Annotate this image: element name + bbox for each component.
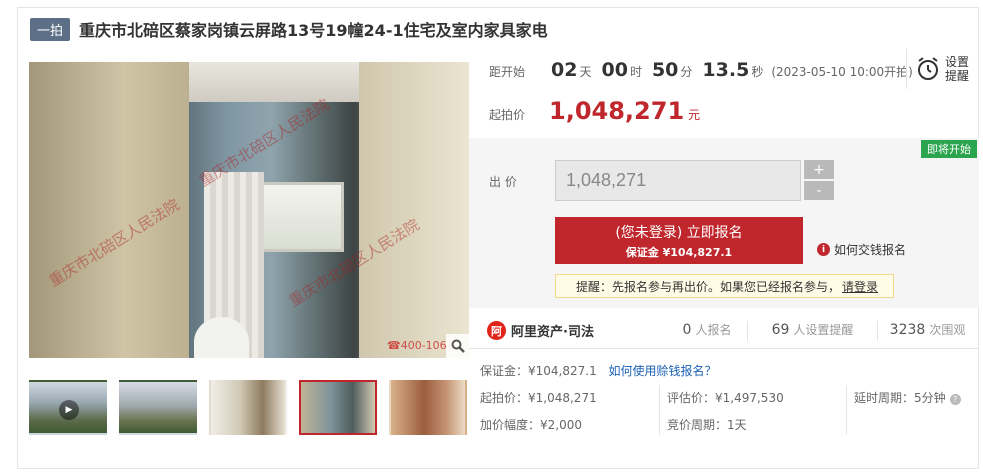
ali-logo-icon: 阿 bbox=[487, 321, 506, 340]
start-price-unit: 元 bbox=[688, 108, 701, 122]
signup-count: 0 人报名 bbox=[667, 321, 747, 341]
stage-badge: 一拍 bbox=[30, 17, 71, 41]
howto-label: 如何交钱报名 bbox=[834, 243, 907, 257]
brand-name: 阿里资产·司法 bbox=[511, 325, 594, 340]
start-time-note: (2023-05-10 10:00开拍) bbox=[771, 65, 913, 79]
minutes-unit: 分 bbox=[680, 65, 693, 79]
divider bbox=[659, 385, 660, 435]
login-link[interactable]: 请登录 bbox=[842, 278, 878, 295]
countdown-hours: 00 bbox=[601, 59, 628, 81]
increase-bid-button[interactable]: + bbox=[804, 160, 834, 179]
thumbnail[interactable] bbox=[389, 380, 467, 435]
start-price-value: 1,048,271 bbox=[549, 97, 685, 125]
howto-link[interactable]: i 如何交钱报名 bbox=[817, 241, 906, 258]
reminder-line1: 设置 bbox=[945, 55, 970, 69]
thumbnail[interactable] bbox=[209, 380, 287, 435]
detail-bid-period: 竞价周期：1天 bbox=[667, 418, 747, 432]
view-count: 3238 次围观 bbox=[877, 320, 977, 341]
deposit-text: 保证金：¥104,827.1 bbox=[480, 364, 597, 378]
court-watermark: 重庆市北碚区人民法院 bbox=[195, 95, 333, 191]
help-icon[interactable]: ? bbox=[949, 394, 961, 405]
deposit-help-link[interactable]: 如何使用赊钱报名？ bbox=[609, 364, 717, 378]
info-icon: i bbox=[817, 243, 830, 256]
thumbnail[interactable] bbox=[119, 380, 197, 435]
photo-window bbox=[254, 182, 344, 252]
magnifier-icon bbox=[451, 339, 465, 353]
detail-increment: 加价幅度：¥2,000 bbox=[480, 418, 582, 432]
start-price-label: 起拍价 bbox=[489, 108, 526, 122]
reminder-count-value: 69 bbox=[771, 321, 790, 338]
tip-text: 提醒：先报名参与再出价。如果您已经报名参与， bbox=[576, 279, 841, 294]
signup-count-unit: 人报名 bbox=[695, 322, 732, 337]
title-row: 一拍 重庆市北碚区蔡家岗镇云屏路13号19幢24-1住宅及室内家具家电 bbox=[30, 17, 548, 41]
detail-start-price: 起拍价：¥1,048,271 bbox=[480, 391, 597, 405]
login-tip: 提醒：先报名参与再出价。如果您已经报名参与， 请登录 bbox=[555, 274, 894, 298]
countdown-minutes: 50 bbox=[651, 59, 679, 81]
signup-count-value: 0 bbox=[682, 321, 692, 338]
detail-delay: 延时周期：5分钟? bbox=[854, 389, 961, 406]
signup-label: (您未登录) 立即报名 bbox=[615, 224, 743, 241]
reminder-count: 69 人设置提醒 bbox=[747, 320, 877, 341]
brand: 阿 阿里资产·司法 bbox=[487, 321, 667, 340]
hours-unit: 时 bbox=[629, 65, 642, 79]
thumbnail-video[interactable]: ▶ bbox=[29, 380, 107, 435]
page-title: 重庆市北碚区蔡家岗镇云屏路13号19幢24-1住宅及室内家具家电 bbox=[79, 21, 548, 40]
info-panel: 距开始 02 天 00 时 50 分 13.5 秒 (2023-05-10 10… bbox=[469, 49, 979, 129]
countdown-days: 02 bbox=[551, 59, 578, 81]
signup-deposit: 保证金 ¥104,827.1 bbox=[625, 245, 733, 259]
bid-label: 出 价 bbox=[489, 175, 517, 189]
view-count-unit: 次围观 bbox=[929, 322, 966, 337]
thumbnail-strip: ▶ bbox=[29, 380, 467, 435]
alarm-clock-icon bbox=[918, 57, 938, 80]
reminder-count-unit: 人设置提醒 bbox=[793, 322, 854, 337]
countdown: 距开始 02 天 00 时 50 分 13.5 秒 (2023-05-10 10… bbox=[489, 59, 913, 81]
days-unit: 天 bbox=[579, 65, 592, 79]
start-price-row: 起拍价 1,048,271 元 bbox=[489, 97, 700, 125]
photo-glass-door bbox=[359, 62, 469, 358]
reminder-line2: 提醒 bbox=[945, 69, 970, 83]
bid-box: 即将开始 出 价 1,048,271 + - (您未登录) 立即报名 保证金 ¥… bbox=[469, 138, 979, 308]
deposit-row: 保证金：¥104,827.1 如何使用赊钱报名？ bbox=[480, 362, 717, 379]
phone-watermark: ☎400-106- bbox=[387, 339, 451, 352]
detail-delay-text: 延时周期：5分钟 bbox=[854, 391, 946, 405]
status-badge: 即将开始 bbox=[921, 140, 977, 158]
zoom-button[interactable] bbox=[446, 334, 470, 358]
play-icon: ▶ bbox=[59, 400, 79, 420]
thumbnail-selected[interactable] bbox=[299, 380, 377, 435]
countdown-seconds: 13.5 bbox=[702, 59, 750, 81]
bid-price-input[interactable]: 1,048,271 bbox=[555, 160, 801, 201]
detail-appraisal: 评估价：¥1,497,530 bbox=[667, 391, 784, 405]
decrease-bid-button[interactable]: - bbox=[804, 181, 834, 200]
stats-bar: 阿 阿里资产·司法 0 人报名 69 人设置提醒 3238 次围观 bbox=[469, 313, 979, 349]
set-reminder-button[interactable]: 设置 提醒 bbox=[906, 49, 976, 89]
seconds-unit: 秒 bbox=[751, 65, 764, 79]
view-count-value: 3238 bbox=[889, 321, 926, 338]
divider bbox=[846, 385, 847, 435]
main-photo[interactable]: 重庆市北碚区人民法院 重庆市北碚区人民法院 重庆市北碚区人民法院 ☎400-10… bbox=[29, 62, 469, 358]
signup-button[interactable]: (您未登录) 立即报名 保证金 ¥104,827.1 bbox=[555, 217, 803, 264]
countdown-label: 距开始 bbox=[489, 65, 526, 79]
